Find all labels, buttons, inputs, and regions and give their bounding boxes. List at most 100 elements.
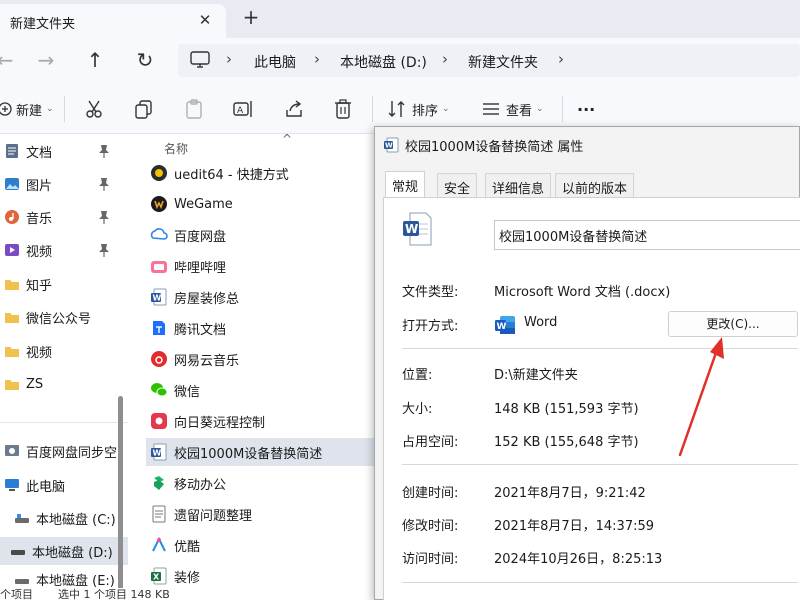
address-bar[interactable]: › 此电脑 › 本地磁盘 (D:) › 新建文件夹 ›	[178, 44, 800, 77]
rename-button[interactable]: A	[232, 97, 254, 121]
file-item[interactable]: 百度网盘	[146, 221, 378, 249]
forward-button[interactable]: →	[33, 47, 59, 73]
toolbar-divider	[372, 96, 373, 122]
sidebar-item-label: 音乐	[26, 211, 53, 227]
new-button[interactable]: 新建 ⌄	[0, 97, 54, 121]
svg-text:W: W	[405, 222, 418, 236]
size-value: 148 KB (151,593 字节)	[494, 402, 639, 417]
opens-with-value: Word	[524, 315, 558, 330]
file-name: 微信	[174, 384, 201, 400]
chevron-down-icon: ⌄	[442, 104, 450, 114]
cut-button[interactable]	[83, 97, 105, 121]
up-button[interactable]: ↑	[82, 47, 108, 73]
column-header-name[interactable]: 名称	[164, 140, 188, 157]
folder-icon	[5, 380, 19, 390]
tab-details[interactable]: 详细信息	[485, 173, 552, 197]
tab-previous-versions[interactable]: 以前的版本	[555, 173, 635, 197]
back-button[interactable]: ←	[0, 47, 18, 73]
sidebar-item-drive-e[interactable]: 本地磁盘 (E:)	[10, 571, 128, 588]
sidebar-scrollbar[interactable]	[118, 396, 123, 600]
breadcrumb-separator: ›	[442, 50, 448, 68]
breadcrumb-this-pc[interactable]: 此电脑	[254, 52, 296, 72]
sidebar-item-wechat-official[interactable]: 微信公众号	[0, 303, 128, 331]
file-item[interactable]: 移动办公	[146, 469, 378, 497]
location-value: D:\新建文件夹	[494, 368, 578, 383]
file-name: WeGame	[174, 196, 233, 212]
music-icon	[5, 210, 19, 224]
sidebar-item-videos[interactable]: 视频	[0, 236, 128, 264]
file-item[interactable]: 网易云音乐	[146, 345, 378, 373]
toolbar-divider	[64, 96, 65, 122]
file-item[interactable]: uedit64 - 快捷方式	[146, 159, 378, 187]
file-item[interactable]: 遗留问题整理	[146, 500, 378, 528]
sidebar-item-drive-d[interactable]: 本地磁盘 (D:)	[0, 537, 128, 565]
file-item-selected[interactable]: W 校园1000M设备替换简述	[146, 438, 378, 466]
created-label: 创建时间:	[402, 486, 459, 501]
file-item[interactable]: 哔哩哔哩	[146, 252, 378, 280]
svg-text:X: X	[153, 573, 160, 582]
view-button[interactable]: 查看 ⌄	[480, 97, 544, 121]
folder-icon	[5, 280, 19, 290]
status-bar: 个项目 选中 1 个项目 148 KB	[0, 588, 378, 600]
breadcrumb-separator: ›	[314, 50, 320, 68]
file-item[interactable]: 优酷	[146, 531, 378, 559]
new-tab-button[interactable]: +	[240, 7, 262, 29]
sidebar-item-drive-c[interactable]: 本地磁盘 (C:)	[10, 504, 128, 532]
sidebar-item-zhihu[interactable]: 知乎	[0, 270, 128, 298]
file-item[interactable]: X 装修	[146, 562, 378, 590]
breadcrumb-separator: ›	[226, 50, 232, 68]
tab-security[interactable]: 安全	[437, 173, 478, 197]
breadcrumb-separator: ›	[558, 50, 564, 68]
change-button[interactable]: 更改(C)...	[668, 311, 798, 337]
word-doc-icon: W	[384, 137, 399, 153]
title-bar: 新建文件夹 ✕ +	[0, 0, 800, 38]
sidebar-item-label: 百度网盘同步空	[26, 445, 118, 461]
item-count: 个项目	[0, 588, 33, 600]
file-name: 网易云音乐	[174, 353, 240, 369]
sidebar-item-pictures[interactable]: 图片	[0, 170, 128, 198]
sidebar-item-this-pc[interactable]: 此电脑	[0, 471, 128, 499]
sidebar-item-video-folder[interactable]: 视频	[0, 337, 128, 365]
file-name: 哔哩哔哩	[174, 260, 227, 276]
svg-text:W: W	[497, 322, 507, 332]
general-tab-panel: W 校园1000M设备替换简述 文件类型: Microsoft Word 文档 …	[383, 197, 800, 600]
close-tab-icon[interactable]: ✕	[196, 11, 214, 29]
size-on-disk-value: 152 KB (155,648 字节)	[494, 435, 639, 450]
excel-icon: X	[151, 567, 167, 585]
file-item[interactable]: W 房屋装修总	[146, 283, 378, 311]
tab-title: 新建文件夹	[10, 17, 76, 32]
sidebar-item-zs[interactable]: ZS	[0, 370, 128, 398]
file-item[interactable]: 微信	[146, 376, 378, 404]
file-name: 移动办公	[174, 477, 227, 493]
breadcrumb-new-folder[interactable]: 新建文件夹	[468, 52, 538, 72]
breadcrumb-drive-d[interactable]: 本地磁盘 (D:)	[340, 52, 427, 72]
sidebar-item-documents[interactable]: 文档	[0, 137, 128, 165]
copy-icon	[135, 100, 152, 119]
file-name-field[interactable]: 校园1000M设备替换简述	[494, 220, 800, 250]
sort-button[interactable]: 排序 ⌄	[386, 97, 450, 121]
share-button[interactable]	[283, 97, 305, 121]
word-doc-icon: W	[151, 443, 167, 461]
size-on-disk-label: 占用空间:	[402, 435, 459, 450]
file-name: 向日葵远程控制	[174, 415, 266, 431]
tab-current-folder[interactable]: 新建文件夹 ✕	[0, 4, 226, 38]
uedit-icon	[151, 165, 167, 181]
sidebar-item-music[interactable]: 音乐	[0, 203, 128, 231]
bilibili-icon	[151, 261, 167, 273]
share-icon	[286, 100, 302, 117]
tab-general[interactable]: 常规	[385, 171, 426, 198]
sidebar-item-baidu-sync[interactable]: 百度网盘同步空	[0, 437, 128, 465]
paste-button[interactable]	[183, 97, 205, 121]
refresh-button[interactable]: ↻	[132, 47, 158, 73]
file-item[interactable]: WeGame	[146, 190, 378, 218]
more-options-button[interactable]: ···	[577, 97, 595, 121]
file-item[interactable]: 向日葵远程控制	[146, 407, 378, 435]
copy-button[interactable]	[133, 97, 155, 121]
delete-button[interactable]	[332, 97, 354, 121]
file-item[interactable]: 腾讯文档	[146, 314, 378, 342]
file-name: 遗留问题整理	[174, 508, 253, 524]
file-list: ^ 名称 uedit64 - 快捷方式 WeGame 百度网盘 哔哩哔哩 W 房…	[128, 132, 378, 590]
folder-icon	[5, 313, 19, 323]
drive-icon	[15, 578, 29, 584]
new-icon	[0, 98, 16, 120]
